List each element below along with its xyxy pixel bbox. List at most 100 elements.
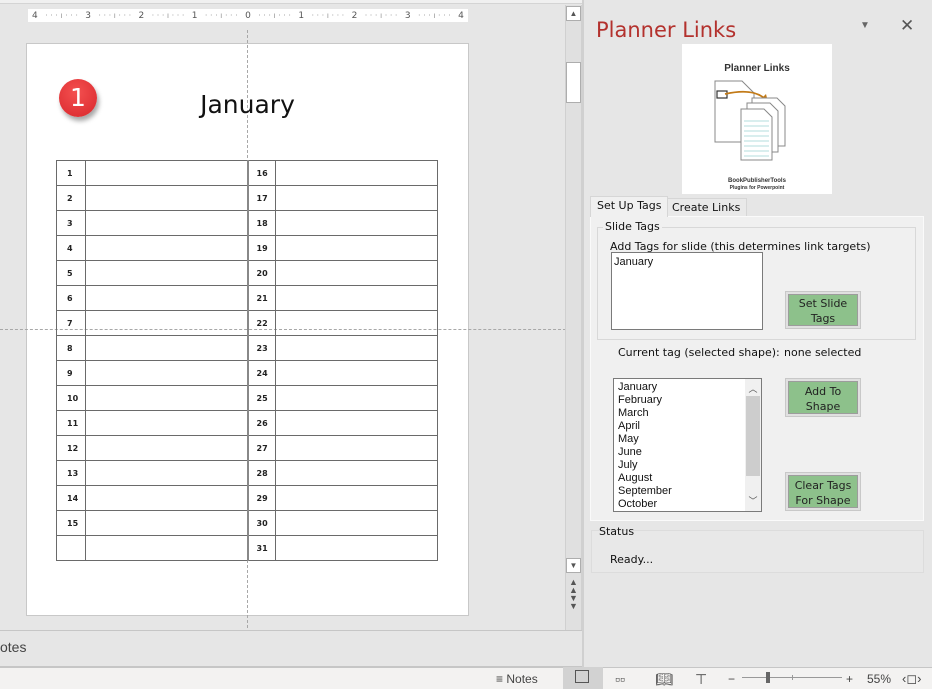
day-number[interactable]: 16 — [246, 160, 276, 186]
day-number[interactable]: 14 — [56, 485, 86, 511]
notes-pane[interactable]: otes — [0, 630, 582, 667]
zoom-in-button[interactable]: + — [846, 669, 853, 689]
pane-options-button[interactable]: ▼ — [860, 20, 870, 31]
scroll-up-button[interactable]: ▲ — [566, 6, 581, 21]
day-cell[interactable] — [85, 335, 248, 361]
day-cell[interactable] — [275, 260, 438, 286]
tag-list-item[interactable]: April — [618, 420, 672, 433]
day-number[interactable]: 28 — [246, 460, 276, 486]
day-number[interactable]: 26 — [246, 410, 276, 436]
day-number[interactable]: 23 — [246, 335, 276, 361]
day-number[interactable]: 20 — [246, 260, 276, 286]
tag-list-item[interactable]: March — [618, 407, 672, 420]
day-number[interactable]: 19 — [246, 235, 276, 261]
day-cell[interactable] — [275, 160, 438, 186]
slide-title[interactable]: January — [150, 90, 345, 119]
day-number[interactable]: 3 — [56, 210, 86, 236]
clear-tags-for-shape-button[interactable]: Clear Tags For Shape — [786, 473, 860, 510]
slide-sorter-button[interactable]: ▫▫ — [615, 669, 625, 689]
tag-list-item[interactable]: October — [618, 498, 672, 511]
day-number[interactable]: 10 — [56, 385, 86, 411]
day-cell[interactable] — [275, 310, 438, 336]
pane-close-button[interactable]: ✕ — [900, 16, 914, 36]
day-cell[interactable] — [275, 385, 438, 411]
day-cell[interactable] — [85, 385, 248, 411]
calendar-table[interactable]: 1 16 2 17 3 18 4 19 5 20 6 21 7 22 8 23 9 24 10 25 11 26 12 27 1… — [56, 160, 438, 561]
tag-list-item[interactable]: July — [618, 459, 672, 472]
day-cell[interactable] — [275, 335, 438, 361]
day-cell[interactable] — [275, 210, 438, 236]
scroll-down-button[interactable]: ▼ — [566, 558, 581, 573]
tag-list-item[interactable]: January — [618, 381, 672, 394]
day-number[interactable]: 30 — [246, 510, 276, 536]
day-number[interactable]: 8 — [56, 335, 86, 361]
day-number[interactable]: 22 — [246, 310, 276, 336]
list-scroll-up-icon[interactable]: ︿ — [747, 382, 759, 395]
tag-list-item[interactable]: June — [618, 446, 672, 459]
day-cell[interactable] — [85, 435, 248, 461]
day-number[interactable]: 25 — [246, 385, 276, 411]
day-cell[interactable] — [85, 235, 248, 261]
next-slide-button[interactable]: ▼ ▼ — [566, 594, 581, 611]
day-number[interactable]: 4 — [56, 235, 86, 261]
day-cell[interactable] — [85, 510, 248, 536]
day-number[interactable]: 2 — [56, 185, 86, 211]
tab-set-up-tags[interactable]: Set Up Tags — [590, 196, 669, 217]
tag-list-item[interactable]: May — [618, 433, 672, 446]
tag-list-item[interactable]: September — [618, 485, 672, 498]
day-cell[interactable] — [275, 485, 438, 511]
day-cell[interactable] — [275, 460, 438, 486]
day-number[interactable]: 31 — [246, 535, 276, 561]
slideshow-button[interactable]: ⊤ — [695, 669, 707, 689]
day-number[interactable]: 29 — [246, 485, 276, 511]
tag-list-scroll-thumb[interactable] — [746, 396, 760, 476]
add-to-shape-button[interactable]: Add To Shape — [786, 379, 860, 416]
day-number[interactable]: 1 — [56, 160, 86, 186]
day-number[interactable]: 18 — [246, 210, 276, 236]
day-number[interactable]: 21 — [246, 285, 276, 311]
tag-list-item[interactable]: February — [618, 394, 672, 407]
day-number[interactable]: 11 — [56, 410, 86, 436]
day-cell[interactable] — [85, 360, 248, 386]
day-cell[interactable] — [85, 535, 248, 561]
day-cell[interactable] — [85, 285, 248, 311]
day-number[interactable]: 27 — [246, 435, 276, 461]
day-number[interactable]: 24 — [246, 360, 276, 386]
tab-create-links[interactable]: Create Links — [665, 198, 748, 216]
day-cell[interactable] — [85, 410, 248, 436]
day-cell[interactable] — [85, 460, 248, 486]
slide-tags-textbox[interactable]: January — [611, 252, 763, 330]
day-cell[interactable] — [275, 535, 438, 561]
day-number[interactable]: 5 — [56, 260, 86, 286]
day-number[interactable] — [56, 535, 86, 561]
day-cell[interactable] — [275, 235, 438, 261]
set-slide-tags-button[interactable]: Set Slide Tags — [786, 292, 860, 328]
day-number[interactable]: 17 — [246, 185, 276, 211]
day-cell[interactable] — [85, 160, 248, 186]
scroll-thumb[interactable] — [566, 62, 581, 103]
day-cell[interactable] — [85, 210, 248, 236]
day-number[interactable]: 13 — [56, 460, 86, 486]
day-cell[interactable] — [275, 185, 438, 211]
day-number[interactable]: 9 — [56, 360, 86, 386]
day-cell[interactable] — [85, 260, 248, 286]
zoom-slider-thumb[interactable] — [766, 672, 770, 683]
list-scroll-down-icon[interactable]: ﹀ — [747, 494, 759, 507]
notes-toggle-button[interactable]: ≡ Notes — [496, 669, 538, 689]
previous-slide-button[interactable]: ▲ ▲ — [566, 578, 581, 595]
day-number[interactable]: 12 — [56, 435, 86, 461]
day-number[interactable]: 6 — [56, 285, 86, 311]
zoom-out-button[interactable]: − — [728, 669, 735, 689]
day-cell[interactable] — [85, 485, 248, 511]
day-cell[interactable] — [275, 435, 438, 461]
day-cell[interactable] — [275, 285, 438, 311]
fit-to-window-button[interactable]: ‹◻› — [902, 669, 921, 689]
tag-listbox[interactable]: January February March April May June July Augu… — [613, 378, 762, 512]
day-number[interactable]: 7 — [56, 310, 86, 336]
tag-list-scrollbar[interactable]: ︿ ﹀ — [745, 379, 761, 511]
day-cell[interactable] — [85, 185, 248, 211]
day-cell[interactable] — [275, 510, 438, 536]
day-cell[interactable] — [85, 310, 248, 336]
day-number[interactable]: 15 — [56, 510, 86, 536]
day-cell[interactable] — [275, 410, 438, 436]
